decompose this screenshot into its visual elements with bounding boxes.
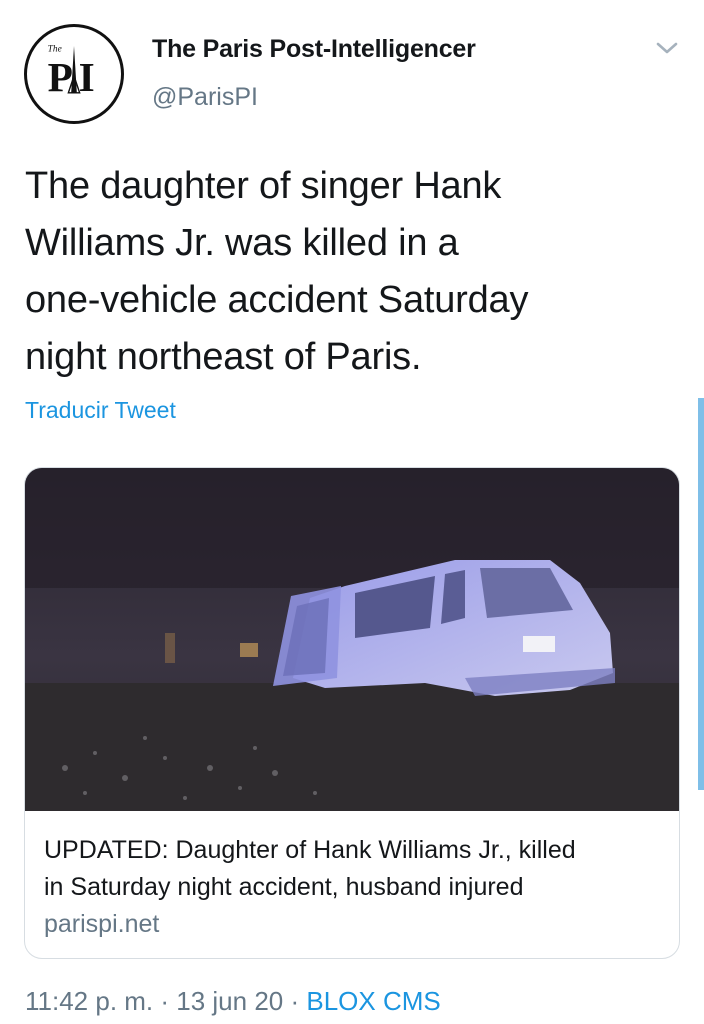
link-card[interactable]: UPDATED: Daughter of Hank Williams Jr., …	[24, 467, 680, 959]
meta-separator: ·	[153, 986, 177, 1016]
tweet-line: The daughter of singer Hank	[25, 165, 502, 207]
scroll-indicator[interactable]	[698, 398, 704, 790]
avatar-small-text: The	[48, 44, 62, 54]
tweet-line: Williams Jr. was killed in a	[25, 222, 459, 264]
card-title-line: UPDATED: Daughter of Hank Williams Jr., …	[44, 836, 576, 864]
paris-pi-logo: The PI	[32, 32, 116, 116]
tweet-line: one-vehicle accident Saturday	[25, 279, 529, 321]
tweet-time: 11:42 p. m.	[25, 986, 154, 1016]
card-title-line: in Saturday night accident, husband inju…	[44, 873, 524, 901]
account-name[interactable]: The Paris Post-Intelligencer	[152, 35, 476, 64]
card-title[interactable]: UPDATED: Daughter of Hank Williams Jr., …	[44, 832, 664, 906]
crashed-suv-photo[interactable]	[25, 468, 680, 811]
tweet-source[interactable]: BLOX CMS	[306, 986, 440, 1016]
tweet-meta: 11:42 p. m. · 13 jun 20 · BLOX CMS	[25, 986, 441, 1017]
translate-tweet-link[interactable]: Traducir Tweet	[25, 397, 176, 424]
account-handle[interactable]: @ParisPI	[152, 83, 258, 112]
chevron-down-icon[interactable]	[654, 37, 680, 59]
tweet-text: The daughter of singer Hank Williams Jr.…	[25, 158, 665, 386]
meta-separator: ·	[283, 986, 307, 1016]
tweet-line: night northeast of Paris.	[25, 336, 422, 378]
avatar[interactable]: The PI	[24, 24, 124, 124]
card-domain: parispi.net	[44, 910, 160, 938]
tweet-date[interactable]: 13 jun 20	[176, 986, 283, 1016]
